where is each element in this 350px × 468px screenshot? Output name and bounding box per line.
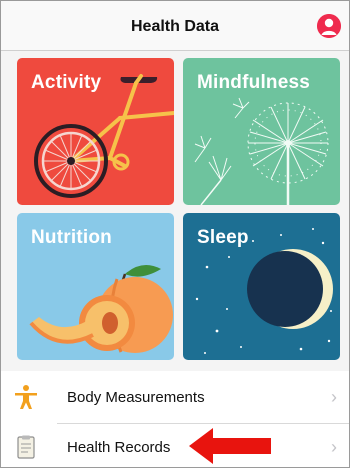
page-title: Health Data [130, 18, 220, 35]
activity-tile[interactable]: Activity [17, 58, 174, 205]
sleep-tile[interactable]: Sleep [183, 213, 340, 360]
health-data-screen: Health Data Activity Mindfulness Nutriti… [0, 0, 350, 468]
activity-label: Activity [31, 72, 102, 93]
mindfulness-tile[interactable]: Mindfulness [183, 58, 340, 205]
health-records-label: Health Records [67, 439, 171, 456]
red-arrow-annotation [189, 428, 271, 464]
body-measurements-label: Body Measurements [67, 389, 205, 406]
chevron-right-icon: › [331, 437, 337, 457]
nutrition-label: Nutrition [31, 227, 112, 248]
navigation-bar: Health Data [1, 1, 349, 51]
mindfulness-label: Mindfulness [197, 72, 311, 93]
profile-icon [317, 14, 341, 38]
profile-button[interactable] [317, 14, 341, 38]
category-grid: Activity Mindfulness Nutrition Sleep [1, 51, 349, 371]
list-item-health-records[interactable]: Health Records › [1, 423, 349, 467]
chevron-right-icon: › [331, 387, 337, 407]
sleep-label: Sleep [197, 227, 249, 248]
list-item-body-measurements[interactable]: Body Measurements › [1, 373, 349, 424]
body-figure-icon [15, 385, 37, 409]
clipboard-icon [17, 435, 35, 459]
nutrition-tile[interactable]: Nutrition [17, 213, 174, 360]
